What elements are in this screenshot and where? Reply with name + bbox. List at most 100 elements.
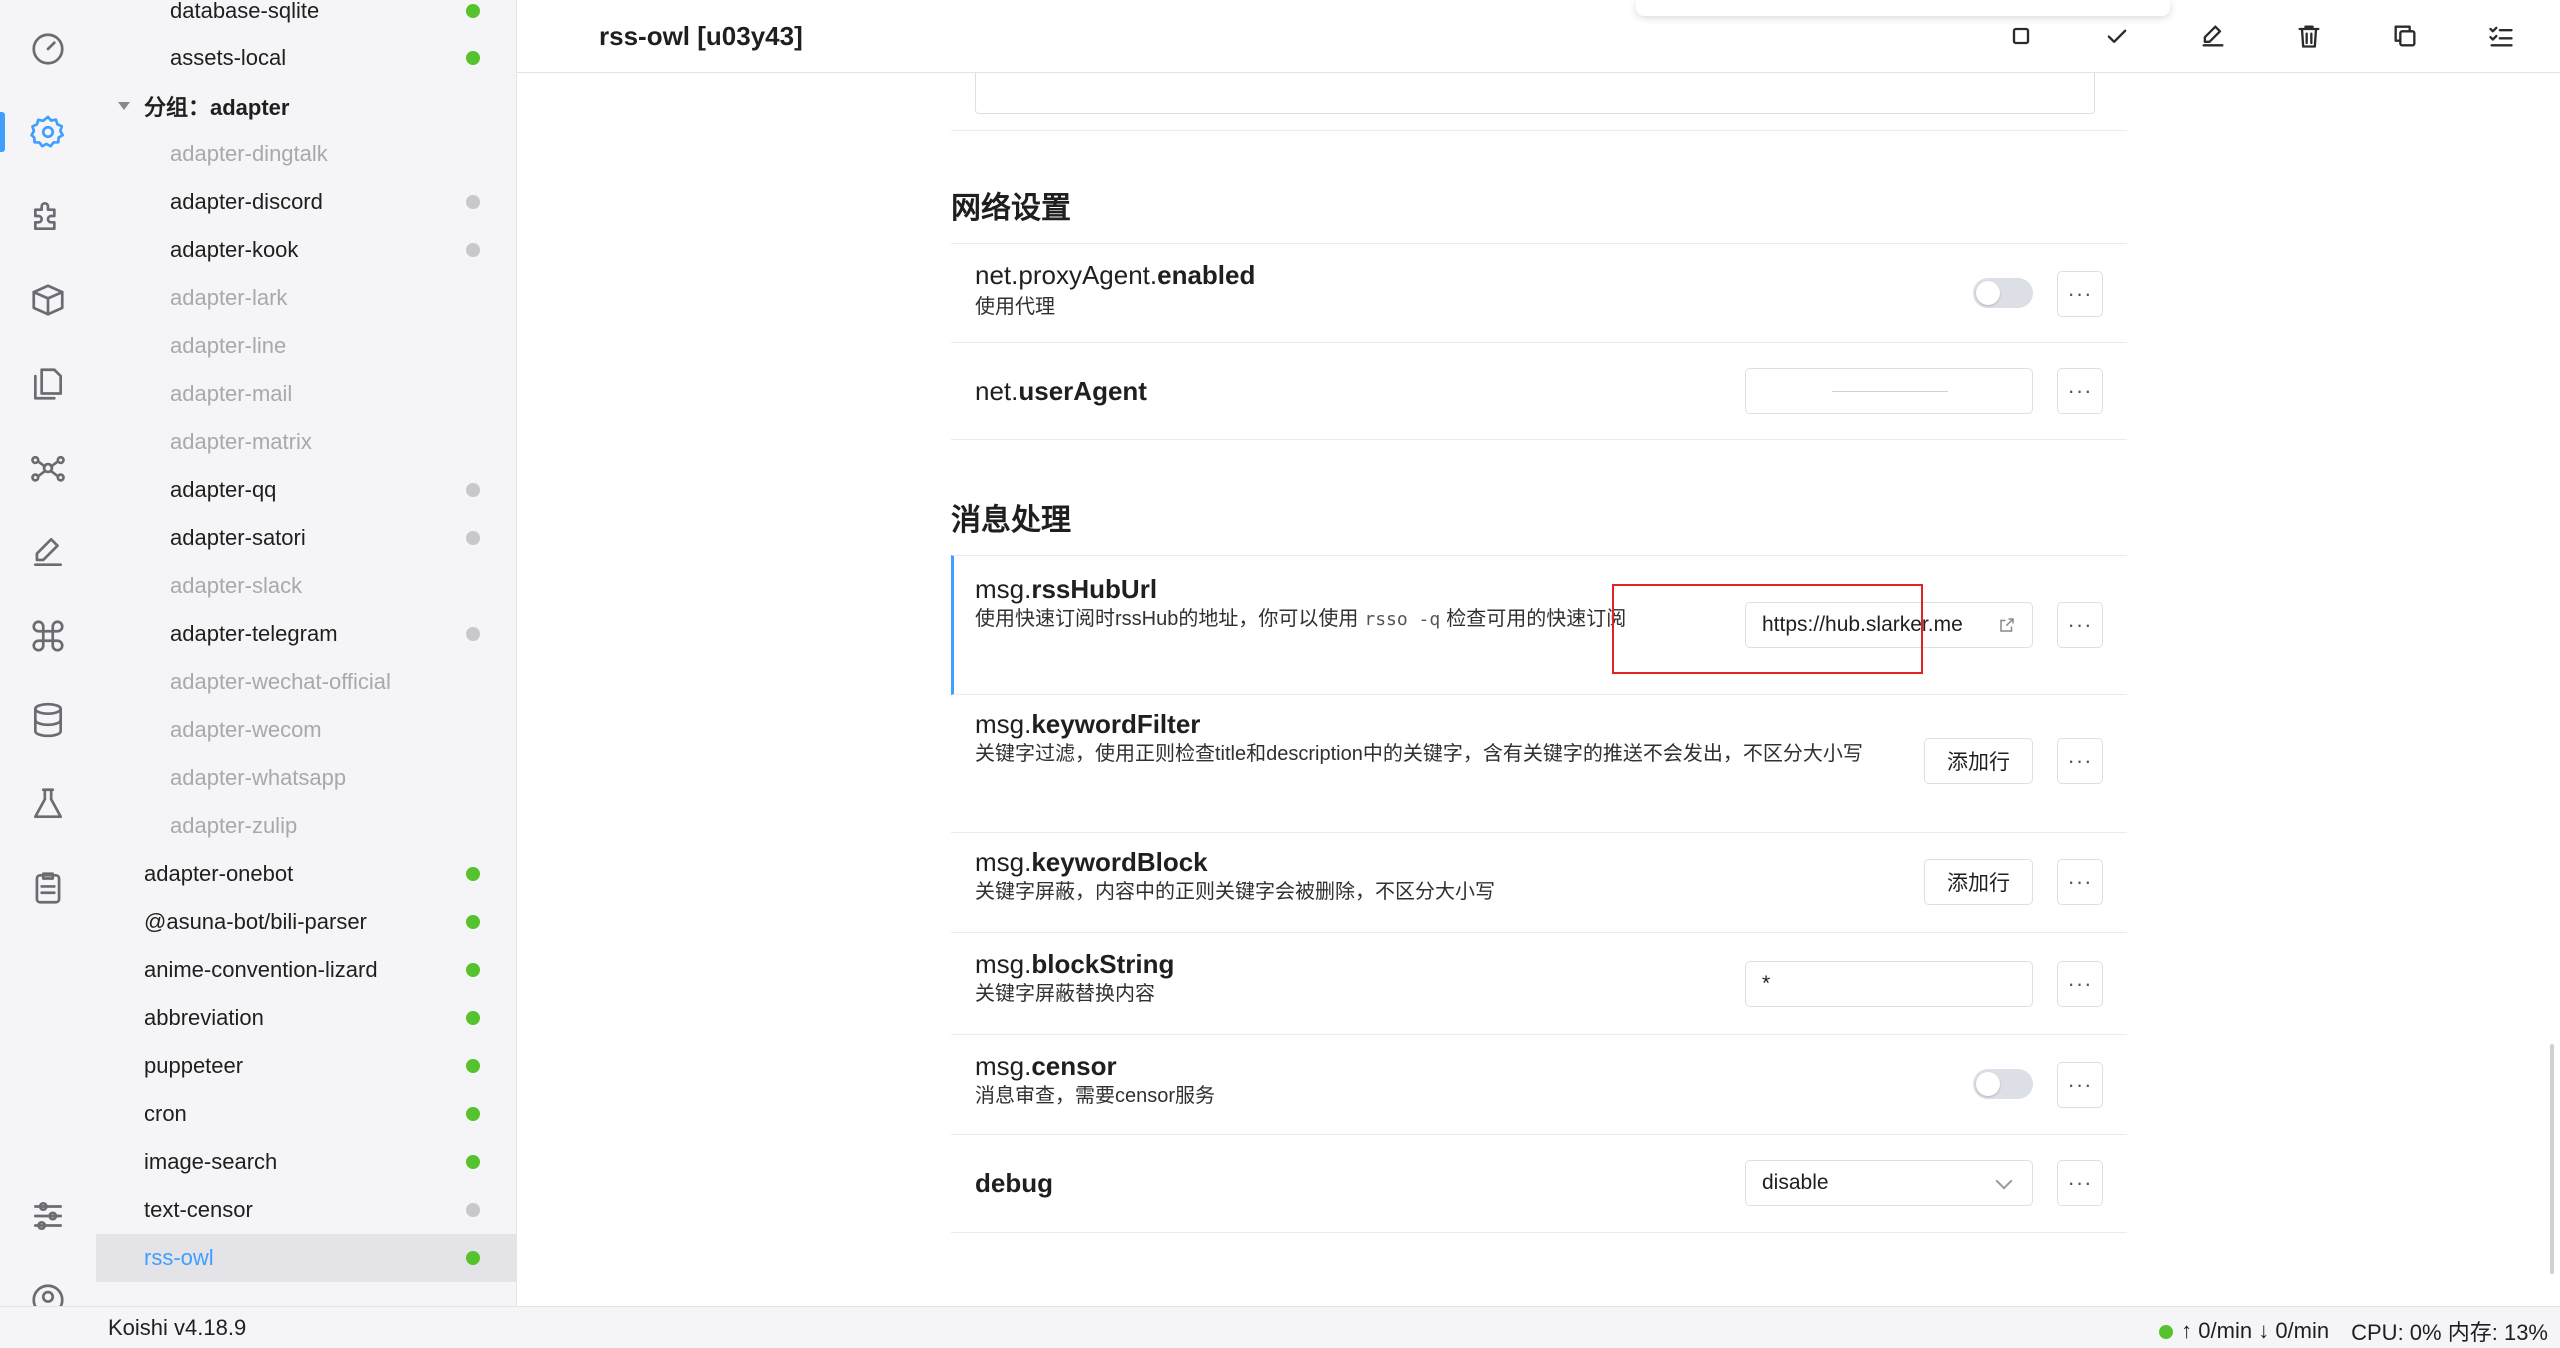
page-title: rss-owl [u03y43] [599,21,803,51]
checklist-icon[interactable] [2483,18,2519,54]
plugin-item[interactable]: adapter-discord [96,178,516,226]
scrollbar[interactable] [2550,1044,2554,1274]
plugin-item[interactable]: adapter-mail [96,370,516,418]
plugin-name: adapter-satori [170,525,306,550]
add-row-button[interactable]: 添加行 [1924,859,2033,905]
section-title-message: 消息处理 [951,504,1071,537]
edit-icon[interactable] [2195,18,2231,54]
more-button[interactable]: ··· [2057,961,2103,1007]
sandbox-icon[interactable] [0,762,96,846]
chevron-down-icon [1995,1172,2013,1190]
setting-key: net.proxyAgent.enabled [975,260,1256,290]
add-row-button[interactable]: 添加行 [1924,738,2033,784]
delete-icon[interactable] [2291,18,2327,54]
preferences-icon[interactable] [0,1174,96,1258]
textarea-field[interactable] [975,73,2095,114]
setting-key: debug [975,1168,1053,1198]
more-button[interactable]: ··· [2057,271,2103,317]
plugin-item[interactable]: @asuna-bot/bili-parser [96,898,516,946]
caret-down-icon [118,102,130,110]
plugin-name: rss-owl [144,1245,214,1270]
plugin-name: assets-local [170,45,287,70]
logs-icon[interactable] [0,846,96,930]
files-icon[interactable] [0,342,96,426]
plugin-name: adapter-slack [170,573,303,598]
censor-switch[interactable] [1973,1069,2033,1099]
setting-desc: 关键字屏蔽，内容中的正则关键字会被删除，不区分大小写 [975,881,1495,903]
plugin-name: adapter-line [170,333,287,358]
plugin-item[interactable]: adapter-matrix [96,418,516,466]
plugin-group-adapter[interactable]: 分组：adapter [96,82,516,130]
more-button[interactable]: ··· [2057,1160,2103,1206]
plugin-item[interactable]: adapter-zulip [96,802,516,850]
plugin-item[interactable]: adapter-slack [96,562,516,610]
plugin-name: adapter-zulip [170,813,298,838]
plugin-item[interactable]: database-sqlite [96,0,516,35]
plugin-item[interactable]: adapter-line [96,322,516,370]
more-button[interactable]: ··· [2057,602,2103,648]
copy-icon[interactable] [2387,18,2423,54]
status-dot [466,867,480,881]
plugin-item[interactable]: abbreviation [96,994,516,1042]
status-dot [466,483,480,497]
plugin-name: adapter-mail [170,381,293,406]
status-dot [466,51,480,65]
plugin-item[interactable]: cron [96,1090,516,1138]
setting-proxy-enabled: net.proxyAgent.enabled 使用代理 ··· [951,243,2127,343]
status-dot [466,243,480,257]
external-link-icon[interactable] [1998,616,2016,634]
more-button[interactable]: ··· [2057,368,2103,414]
status-dot [466,1155,480,1169]
plugin-item[interactable]: adapter-satori [96,514,516,562]
setting-desc: 关键字屏蔽替换内容 [975,983,1155,1005]
plugin-item[interactable]: adapter-qq [96,466,516,514]
check-icon[interactable] [2099,18,2135,54]
plugin-item[interactable]: anime-convention-lizard [96,946,516,994]
more-button[interactable]: ··· [2057,738,2103,784]
rsshub-url-input[interactable]: https://hub.slarker.me [1745,602,2033,648]
user-agent-input[interactable] [1745,368,2033,414]
status-dot [466,963,480,977]
plugin-name: abbreviation [144,1005,264,1030]
more-button[interactable]: ··· [2057,1062,2103,1108]
market-icon[interactable] [0,258,96,342]
plugin-name: anime-convention-lizard [144,957,378,982]
plugin-item[interactable]: adapter-wecom [96,706,516,754]
plugin-item[interactable]: text-censor [96,1186,516,1234]
memory-usage: 内存: 13% [2447,1320,2548,1345]
plugin-item[interactable]: adapter-onebot [96,850,516,898]
status-dot [466,627,480,641]
plugin-item[interactable]: adapter-telegram [96,610,516,658]
plugin-name: image-search [144,1149,278,1174]
plugin-name: adapter-whatsapp [170,765,347,790]
edit-icon[interactable] [0,510,96,594]
cpu-usage: CPU: 0% [2351,1320,2442,1345]
dashboard-icon[interactable] [0,7,96,91]
graph-icon[interactable] [0,426,96,510]
proxy-enabled-switch[interactable] [1973,278,2033,308]
setting-desc: 使用快速订阅时rssHub的地址，你可以使用 rsso -q 检查可用的快速订阅 [975,608,1627,630]
plugin-item[interactable]: adapter-wechat-official [96,658,516,706]
plugin-name: adapter-qq [170,477,277,502]
settings-icon[interactable] [0,90,96,174]
setting-desc: 消息审查，需要censor服务 [975,1085,1216,1107]
command-icon[interactable] [0,594,96,678]
plugin-name: adapter-wechat-official [170,669,391,694]
stop-icon[interactable] [2003,18,2039,54]
plugin-item[interactable]: adapter-kook [96,226,516,274]
plugin-item[interactable]: assets-local [96,34,516,82]
plugin-item[interactable]: adapter-whatsapp [96,754,516,802]
database-icon[interactable] [0,678,96,762]
plugin-item[interactable]: adapter-lark [96,274,516,322]
plugin-item[interactable]: adapter-dingtalk [96,130,516,178]
plugin-item[interactable]: image-search [96,1138,516,1186]
plugin-name: cron [144,1101,187,1126]
plugins-icon[interactable] [0,174,96,258]
block-string-input[interactable]: * [1745,961,2033,1007]
more-button[interactable]: ··· [2057,859,2103,905]
debug-select[interactable]: disable [1745,1160,2033,1206]
plugin-item[interactable]: puppeteer [96,1042,516,1090]
activity-bar [0,0,97,1316]
plugin-item-selected[interactable]: rss-owl [96,1234,516,1282]
status-bar: Koishi v4.18.9 ↑ 0/min ↓ 0/min CPU: 0% 内… [0,1306,2560,1348]
